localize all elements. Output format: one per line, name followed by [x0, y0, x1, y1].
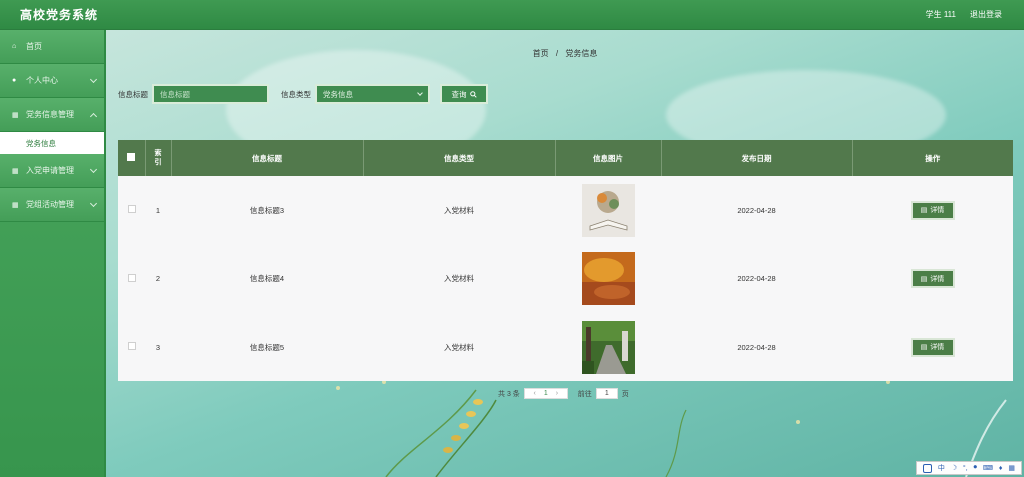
select-all-checkbox[interactable] [127, 153, 136, 161]
current-user: 学生 111 [925, 10, 956, 19]
row-title: 信息标题5 [249, 342, 285, 352]
type-select[interactable]: 党务信息 [315, 84, 430, 104]
logout-link[interactable]: 退出登录 [970, 9, 1002, 20]
chevron-down-icon [89, 165, 98, 174]
column-header-index: 索引 [145, 140, 172, 176]
sidebar-item-label: 首页 [26, 42, 42, 51]
type-filter-label: 信息类型 [281, 89, 311, 99]
detail-button-label: 详情 [930, 207, 945, 215]
chevron-up-icon [89, 112, 98, 121]
moon-icon[interactable]: ☽ [951, 464, 957, 472]
sidebar-subitem-party-info[interactable]: 党务信息 [0, 132, 104, 154]
row-type: 入党材料 [444, 342, 474, 352]
row-index: 2 [155, 274, 161, 284]
page-nav: ‹ 1 › [523, 388, 568, 399]
row-type: 入党材料 [444, 205, 474, 215]
sidebar-item-label: 入党申请管理 [26, 166, 74, 175]
row-checkbox[interactable] [127, 205, 136, 214]
column-header-action: 操作 [925, 153, 941, 163]
sidebar-item-application[interactable]: ▦ 入党申请管理 [0, 154, 104, 188]
goto-label: 前往 [577, 390, 592, 398]
sidebar-item-party-info[interactable]: ▦ 党务信息管理 [0, 98, 104, 132]
keyboard-icon[interactable]: ⌨ [983, 464, 993, 472]
prev-page-button[interactable]: ‹ [534, 390, 536, 397]
data-table: 索引 信息标题 信息类型 信息图片 发布日期 操作 1 信息标题3 入党材料 2… [118, 140, 1013, 381]
column-header-title: 信息标题 [171, 140, 364, 176]
table-header-row: 索引 信息标题 信息类型 信息图片 发布日期 操作 [118, 140, 1013, 176]
search-icon [469, 90, 477, 98]
table-row: 1 信息标题3 入党材料 2022-04-28 ▤ 详情 [118, 176, 1013, 245]
type-select-value: 党务信息 [323, 89, 353, 99]
breadcrumb-current: 党务信息 [565, 49, 598, 58]
page-unit: 页 [621, 390, 629, 398]
chevron-down-icon [417, 90, 423, 96]
sidebar-item-home[interactable]: ⌂ 首页 [0, 30, 104, 64]
detail-button[interactable]: ▤ 详情 [910, 200, 955, 220]
user-icon: ● [12, 77, 17, 84]
column-header-image: 信息图片 [555, 140, 662, 176]
next-page-button[interactable]: › [556, 390, 558, 397]
row-date: 2022-04-28 [737, 274, 776, 284]
grid-icon: ▦ [12, 167, 19, 175]
pagination: 共 3 条 ‹ 1 › 前往 1 页 [498, 388, 629, 399]
column-header-date: 发布日期 [661, 140, 853, 176]
sidebar-item-label: 党务信息管理 [26, 110, 74, 119]
search-button[interactable]: 查询 [440, 84, 488, 104]
table-row: 3 信息标题5 入党材料 2022-04-28 ▤ 详情 [118, 313, 1013, 382]
sidebar-item-activity[interactable]: ▦ 党组活动管理 [0, 188, 104, 222]
row-date: 2022-04-28 [737, 205, 776, 215]
chevron-down-icon [89, 75, 98, 84]
total-count: 共 3 条 [498, 390, 520, 398]
home-icon: ⌂ [12, 43, 17, 50]
detail-button[interactable]: ▤ 详情 [910, 337, 955, 357]
language-toggle[interactable]: 中 [938, 463, 945, 473]
chevron-down-icon [89, 199, 98, 208]
goto-page-input[interactable]: 1 [595, 388, 618, 399]
mic-icon[interactable]: ⏺ [974, 464, 978, 472]
app-title: 高校党务系统 [20, 8, 99, 22]
document-icon: ▤ [920, 344, 928, 352]
garden-path-image[interactable] [581, 320, 635, 374]
row-index: 1 [155, 205, 161, 215]
shirt-icon[interactable]: ♦ [999, 465, 1003, 472]
top-header: 高校党务系统 学生 111 退出登录 [0, 0, 1024, 30]
grid-icon[interactable]: ▦ [1008, 464, 1015, 472]
row-date: 2022-04-28 [737, 342, 776, 352]
row-checkbox[interactable] [127, 273, 136, 282]
grid-icon: ▦ [12, 201, 19, 209]
title-filter-label: 信息标题 [118, 89, 148, 99]
row-checkbox[interactable] [127, 342, 136, 351]
detail-button-label: 详情 [930, 275, 945, 283]
search-bar: 信息标题 信息标题 信息类型 党务信息 查询 [118, 83, 488, 105]
row-title: 信息标题3 [249, 205, 285, 215]
breadcrumb-home[interactable]: 首页 [533, 49, 549, 58]
sidebar-item-label: 个人中心 [26, 76, 58, 85]
column-header-type: 信息类型 [363, 140, 556, 176]
punctuation-toggle[interactable]: °, [963, 465, 968, 472]
document-icon: ▤ [920, 275, 928, 283]
autumn-image[interactable] [581, 252, 635, 306]
sidebar: ⌂ 首页 ● 个人中心 ▦ 党务信息管理 党务信息 ▦ 入党申请管理 ▦ 党组活… [0, 30, 106, 477]
ime-toolbar: 中 ☽ °, ⏺ ⌨ ♦ ▦ [916, 461, 1022, 475]
row-index: 3 [155, 342, 161, 352]
book-image[interactable] [581, 183, 635, 237]
sidebar-item-profile[interactable]: ● 个人中心 [0, 64, 104, 98]
grid-icon: ▦ [12, 111, 19, 119]
breadcrumb: 首页 / 党务信息 [106, 48, 1024, 59]
document-icon: ▤ [920, 207, 928, 215]
sogou-icon[interactable] [922, 463, 932, 473]
row-title: 信息标题4 [249, 274, 285, 284]
current-page[interactable]: 1 [544, 390, 548, 397]
detail-button-label: 详情 [930, 344, 945, 352]
title-search-input[interactable]: 信息标题 [152, 84, 269, 104]
breadcrumb-separator: / [555, 49, 559, 58]
detail-button[interactable]: ▤ 详情 [910, 269, 955, 289]
search-button-label: 查询 [451, 89, 467, 99]
table-row: 2 信息标题4 入党材料 2022-04-28 ▤ 详情 [118, 245, 1013, 314]
sidebar-item-label: 党组活动管理 [26, 200, 74, 209]
select-all-cell [118, 140, 146, 176]
row-type: 入党材料 [444, 274, 474, 284]
